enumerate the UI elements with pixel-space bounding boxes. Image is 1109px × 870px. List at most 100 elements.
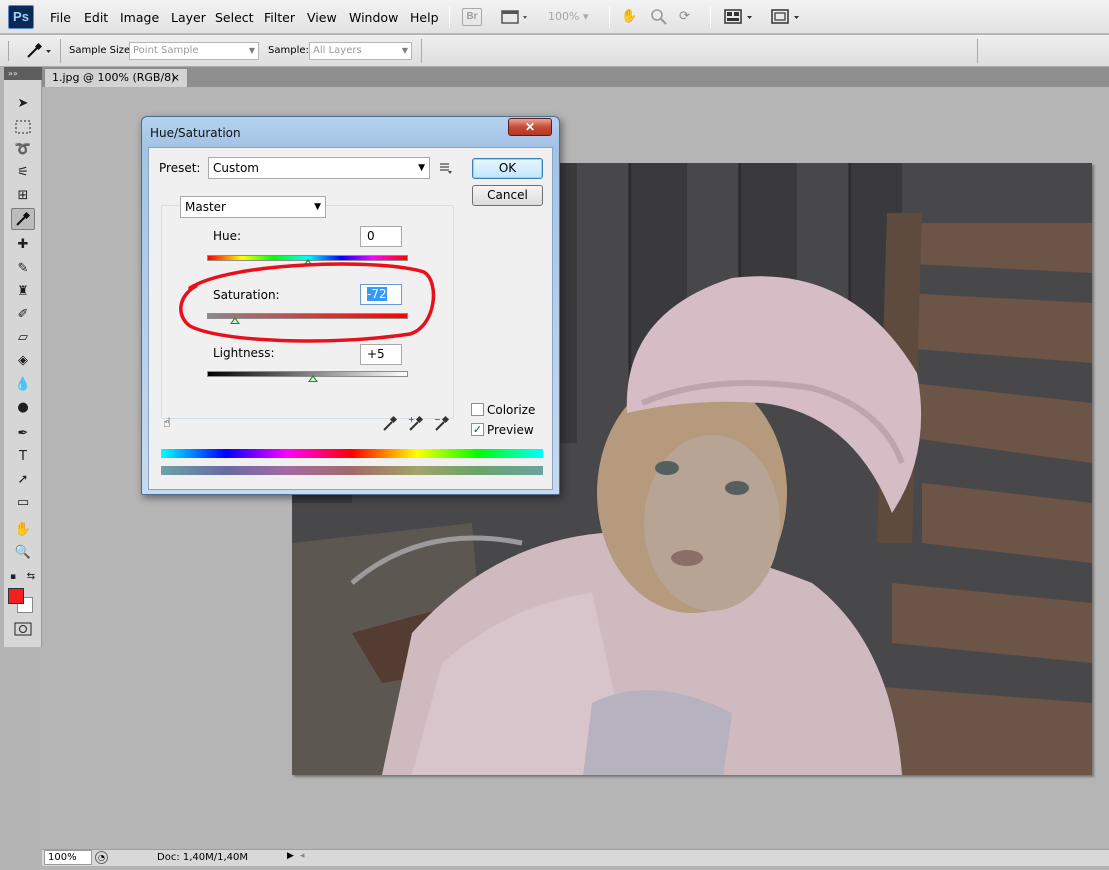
menu-layer[interactable]: Layer [171,10,206,25]
crop-tool-icon[interactable]: ⊞ [11,185,35,207]
menu-filter[interactable]: Filter [264,10,295,25]
saturation-input[interactable]: -72 [360,284,402,305]
chevron-down-icon: ▼ [314,202,321,212]
document-tab-title: 1.jpg @ 100% (RGB/8) [52,71,176,84]
colorize-label: Colorize [487,403,536,417]
clone-stamp-tool-icon[interactable]: ♜ [11,281,35,303]
hue-label: Hue: [213,229,242,243]
tool-preset-eyedropper-icon[interactable] [24,41,51,61]
photoshop-logo: Ps [8,5,34,29]
bridge-icon[interactable]: Br [462,8,482,26]
channel-select[interactable]: Master ▼ [180,196,326,218]
shape-tool-icon[interactable]: ▭ [11,492,35,514]
chevron-down-icon: ▼ [418,163,425,173]
swap-colors-icon[interactable]: ⇆ [24,566,38,588]
targeted-adjustment-icon[interactable]: ☝ [163,416,181,434]
lightness-slider-thumb[interactable] [307,375,318,382]
eyedropper-tool-icon[interactable] [11,208,35,230]
zoom-icon[interactable] [650,8,668,26]
arrange-icon[interactable] [724,8,758,26]
document-tab-strip [42,67,1109,87]
options-grip [8,41,9,61]
saturation-slider-thumb[interactable] [230,317,241,324]
dodge-tool-icon[interactable]: ● [11,397,35,419]
status-info-icon[interactable]: ◔ [95,851,108,864]
document-info: Doc: 1,40M/1,40M [157,852,249,863]
lightness-input[interactable]: +5 [360,344,402,365]
move-tool-icon[interactable]: ➤ [11,93,35,115]
adjustment-group [161,205,454,419]
cancel-button[interactable]: Cancel [472,185,543,206]
zoom-level-dropdown[interactable]: 100% ▾ [548,8,596,26]
preview-checkbox[interactable]: ✓ [471,423,484,436]
preset-options-icon[interactable] [439,161,453,175]
preset-select[interactable]: Custom ▼ [208,157,430,179]
menu-file[interactable]: File [50,10,71,25]
input-color-bar [161,449,543,458]
output-color-bar [161,466,543,475]
history-brush-tool-icon[interactable]: ✐ [11,304,35,326]
status-menu-arrow-icon[interactable]: ▶ [287,851,297,863]
sample-label: Sample: [268,45,309,56]
zoom-tool-icon[interactable]: 🔍 [11,542,35,564]
lightness-label: Lightness: [213,346,275,360]
eraser-tool-icon[interactable]: ▱ [11,327,35,349]
menu-window[interactable]: Window [349,10,398,25]
quick-mask-icon[interactable] [11,618,35,640]
hue-saturation-dialog: Hue/Saturation ✕ Preset: Custom ▼ OK Canc… [141,116,560,495]
lasso-tool-icon[interactable]: ➰ [11,139,35,161]
subtract-from-sample-eyedropper-icon[interactable]: − [434,414,450,436]
rotate-view-icon[interactable]: ⟳ [679,8,690,26]
sample-size-select[interactable]: Point Sample ▼ [129,42,259,60]
hue-input[interactable]: 0 [360,226,402,247]
hue-slider-thumb[interactable] [302,259,313,266]
paint-bucket-tool-icon[interactable]: ◈ [11,350,35,372]
document-tab[interactable]: 1.jpg @ 100% (RGB/8) × [44,68,188,87]
tools-panel-grip[interactable]: »» [4,67,42,80]
menu-image[interactable]: Image [120,10,159,25]
options-separator [421,39,422,63]
preset-label: Preset: [159,161,201,175]
colorize-checkbox[interactable] [471,403,484,416]
sample-size-label: Sample Size: [69,45,134,56]
foreground-color-swatch[interactable] [8,588,24,604]
menu-view[interactable]: View [307,10,337,25]
close-tab-icon[interactable]: × [171,69,180,87]
quick-selection-tool-icon[interactable]: ⚟ [11,162,35,184]
options-separator [977,39,978,63]
eyedropper-icon[interactable] [382,414,398,436]
dialog-body: Preset: Custom ▼ OK Cancel Master ▼ Hue: 0… [148,147,553,490]
marquee-tool-icon[interactable] [11,116,35,138]
saturation-label: Saturation: [213,288,280,302]
healing-brush-tool-icon[interactable]: ✚ [11,234,35,256]
add-to-sample-eyedropper-icon[interactable]: + [408,414,424,436]
menu-separator [449,6,450,28]
default-colors-icon[interactable]: ▪ [6,566,20,588]
options-bar: Sample Size: Point Sample ▼ Sample: All L… [0,35,1109,67]
horizontal-scroll-left-icon[interactable]: ◂ [300,851,305,861]
menu-edit[interactable]: Edit [84,10,108,25]
path-selection-tool-icon[interactable]: ➚ [11,469,35,491]
close-icon[interactable]: ✕ [508,118,552,136]
dialog-title: Hue/Saturation [150,126,241,140]
menu-help[interactable]: Help [410,10,439,25]
menu-select[interactable]: Select [215,10,254,25]
options-separator [60,39,61,63]
pen-tool-icon[interactable]: ✒ [11,423,35,445]
svg-text:+: + [408,415,415,424]
menu-separator [609,6,610,28]
screen-view-icon[interactable] [501,8,531,26]
chevron-down-icon: ▼ [248,46,255,55]
ok-button[interactable]: OK [472,158,543,179]
type-tool-icon[interactable]: T [11,446,35,468]
menu-bar: Ps File Edit Image Layer Select Filter V… [0,0,1109,34]
hand-icon[interactable]: ✋ [621,8,637,26]
blur-tool-icon[interactable]: 💧 [11,374,35,396]
screen-mode-icon[interactable] [771,8,805,26]
hand-tool-icon[interactable]: ✋ [11,519,35,541]
status-zoom-field[interactable]: 100% [44,850,92,865]
svg-text:−: − [434,415,441,424]
brush-tool-icon[interactable]: ✎ [11,258,35,280]
sample-select[interactable]: All Layers ▼ [309,42,412,60]
menu-separator [710,6,711,28]
